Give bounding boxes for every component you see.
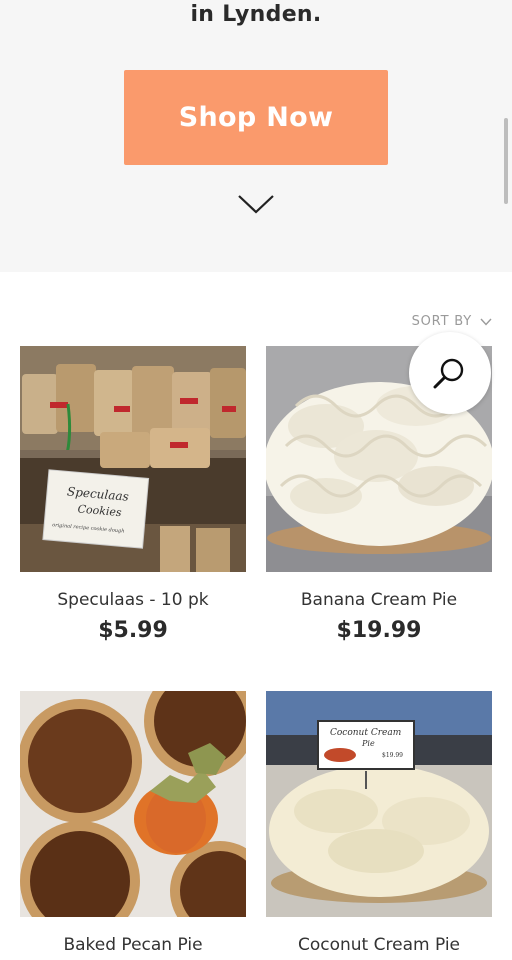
product-card[interactable]: Speculaas Cookies original recipe cookie… [20, 346, 246, 643]
product-image[interactable] [20, 691, 246, 917]
product-card[interactable]: Coconut Cream Pie $19.99 Coconut Cream P… [266, 691, 492, 955]
sign-text: Coconut Cream [330, 728, 401, 738]
sign-price: $19.99 [382, 752, 403, 759]
product-image[interactable]: Coconut Cream Pie $19.99 [266, 691, 492, 917]
shop-now-button[interactable]: Shop Now [124, 70, 388, 165]
product-card[interactable]: Baked Pecan Pie [20, 691, 246, 955]
search-icon [433, 358, 464, 389]
product-image[interactable]: Speculaas Cookies original recipe cookie… [20, 346, 246, 572]
sort-by-dropdown[interactable]: SORT BY [412, 314, 492, 329]
product-name[interactable]: Banana Cream Pie [266, 590, 492, 610]
product-name[interactable]: Speculaas - 10 pk [20, 590, 246, 610]
product-price: $19.99 [336, 618, 422, 643]
hero-banner: in Lynden. Shop Now [0, 0, 512, 272]
hero-text: in Lynden. [190, 2, 322, 27]
sort-by-label: SORT BY [411, 314, 472, 329]
sign-text: Pie [361, 739, 375, 748]
product-name[interactable]: Baked Pecan Pie [20, 935, 246, 955]
chevron-down-icon[interactable] [236, 192, 276, 216]
chevron-down-icon [480, 318, 492, 326]
product-price: $5.99 [98, 618, 168, 643]
search-button[interactable] [409, 332, 491, 414]
page: in Lynden. Shop Now SORT BY Speculaas Co… [0, 0, 512, 960]
product-name[interactable]: Coconut Cream Pie [266, 935, 492, 955]
scrollbar[interactable] [504, 118, 508, 204]
